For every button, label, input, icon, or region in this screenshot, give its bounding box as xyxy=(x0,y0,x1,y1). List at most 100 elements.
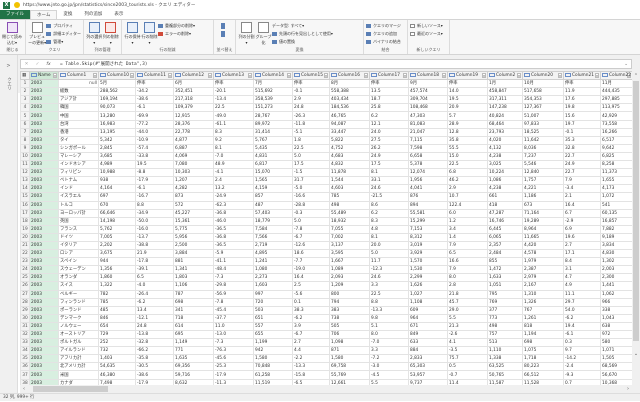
table-cell[interactable]: -61.1 xyxy=(213,119,254,129)
table-cell[interactable]: 12,074 xyxy=(408,168,448,178)
table-row[interactable]: 2 2003 総数 288,562 -34.2 352,451 -20.1 515,692 -0… xyxy=(20,87,632,97)
table-cell[interactable]: ポルトガル xyxy=(58,338,99,348)
table-cell[interactable]: -4.1 xyxy=(213,168,254,178)
table-cell[interactable]: スペイン xyxy=(58,257,99,267)
table-cell[interactable]: 韓国 xyxy=(58,103,99,113)
table-cell[interactable]: 217,318 xyxy=(173,95,214,105)
table-cell[interactable]: 2003 xyxy=(29,111,59,121)
table-cell[interactable]: 1,080 xyxy=(253,265,293,275)
table-cell[interactable]: -3.5 xyxy=(447,346,488,356)
table-cell[interactable]: 2,003 xyxy=(600,265,632,275)
table-cell[interactable]: 6.5 xyxy=(447,249,488,259)
table-cell[interactable]: 29.7 xyxy=(563,297,601,307)
table-cell[interactable]: 16,857 xyxy=(600,216,632,226)
table-cell[interactable]: 1,086 xyxy=(487,176,523,186)
table-row[interactable]: 3 2003 アジア計 169,194 -38.6 217,318 -13.4 358,539… xyxy=(20,95,632,105)
table-cell[interactable]: 3,595 xyxy=(329,249,370,259)
table-cell[interactable]: 773 xyxy=(487,313,523,323)
table-cell[interactable]: スウェーデン xyxy=(58,265,99,275)
table-cell[interactable]: オランダ xyxy=(58,273,99,283)
table-cell[interactable]: 18,525 xyxy=(522,127,564,137)
table-cell[interactable]: 6.2 xyxy=(369,111,409,121)
table-cell[interactable]: 63,525 xyxy=(487,362,523,372)
table-cell[interactable]: 2,719 xyxy=(253,240,293,251)
table-row[interactable]: 23 2003 スペイン 944 -17.8 881 -41.1 1,241 -7.7 1,667… xyxy=(20,257,632,267)
table-cell[interactable]: 2.5 xyxy=(292,281,330,291)
table-cell[interactable]: 964 xyxy=(408,313,448,323)
table-row[interactable]: 11 2003 インドネシア 4,989 19.5 7,080 48.9 6,817 17.5 4… xyxy=(20,160,632,170)
filter-dropdown-icon[interactable]: ▾ xyxy=(442,73,446,79)
table-cell[interactable]: 5,378 xyxy=(408,160,448,170)
table-cell[interactable]: 1,302 xyxy=(600,257,632,267)
table-cell[interactable]: 444,435 xyxy=(600,87,632,97)
table-cell[interactable]: ヨーロッパ計 xyxy=(58,208,99,218)
table-row[interactable]: 19 2003 フランス 5,762 -16.0 5,775 -36.5 7,584 -7.8 7… xyxy=(20,224,632,234)
use-first-row-button[interactable]: 先頭の行を見出しとして使用▾ xyxy=(272,31,333,37)
table-cell[interactable]: 9,642 xyxy=(600,143,632,153)
table-cell[interactable]: 15,361 xyxy=(173,216,214,226)
table-cell[interactable]: 13.5 xyxy=(369,87,409,97)
table-cell[interactable]: 2003 xyxy=(29,297,59,307)
confirm-icon[interactable]: ✓ xyxy=(32,62,43,67)
type-any-icon[interactable] xyxy=(449,72,455,77)
table-cell[interactable]: 80,223 xyxy=(522,362,564,372)
table-cell[interactable]: 169,194 xyxy=(98,95,136,105)
table-cell[interactable]: 6.0 xyxy=(447,208,488,218)
filter-dropdown-icon[interactable]: ▾ xyxy=(364,73,368,79)
table-cell[interactable]: -34.2 xyxy=(135,87,174,97)
table-cell[interactable]: 498 xyxy=(487,321,523,332)
table-cell[interactable]: -66.2 xyxy=(135,346,174,356)
table-cell[interactable]: イタリア xyxy=(58,240,99,251)
table-cell[interactable]: -44.0 xyxy=(135,127,174,137)
table-cell[interactable]: 6,065 xyxy=(487,232,523,242)
table-cell[interactable]: 54.0 xyxy=(563,305,601,315)
table-cell[interactable]: 1,505 xyxy=(600,354,632,364)
table-cell[interactable]: 1,310 xyxy=(522,289,564,299)
table-cell[interactable]: 2003 xyxy=(29,176,59,186)
table-cell[interactable]: 458,847 xyxy=(487,87,523,97)
table-cell[interactable]: -12.6 xyxy=(292,240,330,251)
column-header[interactable]: ▾ Column18 xyxy=(408,71,448,81)
table-cell[interactable]: 32.8 xyxy=(563,143,601,153)
table-cell[interactable]: 3,137 xyxy=(329,240,370,251)
column-header[interactable]: ▾ Column15 xyxy=(292,71,330,81)
table-cell[interactable]: 2003 xyxy=(29,135,59,145)
table-cell[interactable]: 4,603 xyxy=(329,184,370,194)
table-row[interactable]: 22 2003 ロシア 3,675 21.9 3,884 -5.9 4,895 18.6 3,59… xyxy=(20,249,632,259)
table-cell[interactable]: 21.3 xyxy=(447,321,488,332)
table-cell[interactable]: 7.9 xyxy=(447,265,488,275)
table-cell[interactable]: 800 xyxy=(329,289,370,299)
table-cell[interactable]: 5,956 xyxy=(173,232,214,242)
table-cell[interactable]: -11.8 xyxy=(292,119,330,129)
filter-dropdown-icon[interactable]: ▾ xyxy=(53,73,57,79)
table-cell[interactable]: インドネシア xyxy=(58,160,99,170)
table-cell[interactable]: 1,472 xyxy=(487,265,523,275)
table-cell[interactable]: 2,845 xyxy=(98,143,136,153)
table-cell[interactable]: 5,546 xyxy=(522,160,564,170)
table-cell[interactable]: 10,303 xyxy=(173,168,214,178)
table-cell[interactable]: 2003 xyxy=(29,305,59,315)
table-row[interactable]: 34 2003 アイルランド 732 -66.2 771 -76.3 942 4.4 871 3.3… xyxy=(20,346,632,356)
table-row[interactable]: 26 2003 スイス 1,322 -4.0 1,106 -29.8 1,603 2.5 1,20… xyxy=(20,281,632,291)
table-cell[interactable]: 46,380 xyxy=(98,370,136,380)
table-cell[interactable]: 873 xyxy=(173,192,214,202)
table-cell[interactable]: -39.1 xyxy=(135,265,174,275)
advanced-editor-button[interactable]: 詳細エディター xyxy=(46,31,81,37)
table-cell[interactable]: -76.3 xyxy=(213,346,254,356)
table-cell[interactable]: 81,083 xyxy=(408,119,448,129)
table-cell[interactable]: イスラエル xyxy=(58,192,99,202)
table-cell[interactable]: 541 xyxy=(600,200,632,210)
table-cell[interactable]: 38.3 xyxy=(292,305,330,315)
column-header[interactable]: ▾ Column17 xyxy=(369,71,409,81)
table-cell[interactable]: 4,578 xyxy=(522,249,564,259)
table-cell[interactable]: 771 xyxy=(173,346,214,356)
table-cell[interactable]: 942 xyxy=(253,346,293,356)
filter-dropdown-icon[interactable]: ▾ xyxy=(558,73,562,79)
table-cell[interactable]: 55.5 xyxy=(447,143,488,153)
table-cell[interactable]: 884 xyxy=(408,346,448,356)
table-cell[interactable]: 1.8 xyxy=(292,135,330,145)
column-header[interactable]: ▾ Column2 xyxy=(487,71,523,81)
table-cell[interactable]: 19,289 xyxy=(522,216,564,226)
table-cell[interactable]: 505 xyxy=(329,321,370,332)
table-cell[interactable]: ベルギー xyxy=(58,289,99,299)
